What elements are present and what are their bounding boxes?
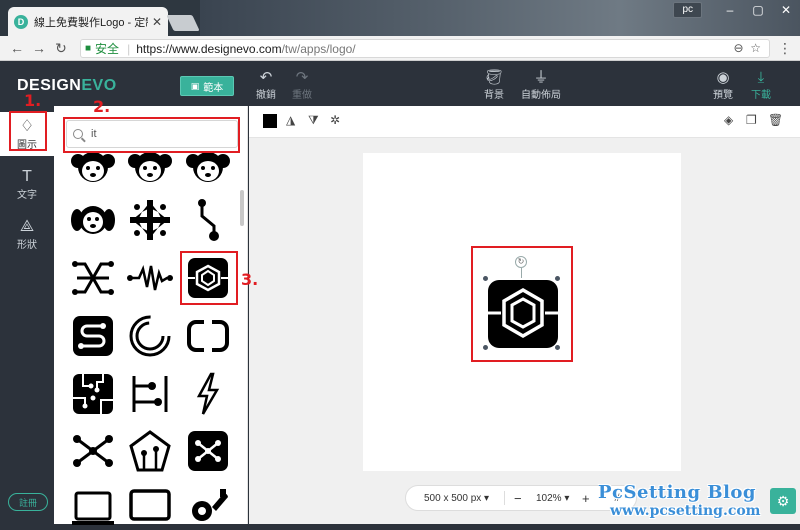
address-toolbar: ← → ↻ ■ 安全 | https://www.designevo.com/t…: [0, 36, 800, 61]
dog-face-icon[interactable]: [70, 197, 116, 243]
redo-icon: ↷: [295, 69, 309, 86]
eye-icon: ◉: [716, 69, 730, 86]
forward-icon[interactable]: →: [28, 40, 50, 56]
network-nodes-icon[interactable]: [70, 428, 116, 474]
app-header: DESIGNEVO: [0, 62, 800, 106]
monitor-icon[interactable]: [127, 484, 173, 530]
circuit-ladder-icon[interactable]: [127, 371, 173, 417]
download-icon: ⤓: [757, 69, 765, 86]
canvas-size-select[interactable]: 500 x 500 px ▾: [424, 493, 489, 504]
url-path: /tw/apps/logo/: [281, 41, 356, 56]
flip-vertical-icon[interactable]: ⧩: [308, 113, 319, 128]
bookmark-star-icon[interactable]: ⊖ ☆: [734, 41, 761, 55]
url-host: https://www.designevo.com: [136, 41, 282, 56]
monkey-face-icon[interactable]: [70, 148, 116, 194]
browser-menu-icon[interactable]: ⋮: [778, 40, 792, 57]
circuit-path-icon[interactable]: [185, 197, 231, 243]
new-tab-button[interactable]: [166, 15, 200, 31]
annotation-box-2: [63, 117, 240, 153]
watermark: PcSetting Blog www.pcsetting.com: [598, 482, 761, 519]
secure-label: 安全: [95, 42, 120, 56]
flip-horizontal-icon[interactable]: ◮: [286, 113, 295, 127]
left-rail: ♢ 圖示 T 文字 ⟁ 形狀: [0, 106, 54, 524]
laptop-icon[interactable]: [70, 484, 116, 530]
annotation-box-1: [9, 111, 47, 151]
chip-s-icon[interactable]: [70, 313, 116, 359]
spiral-ring-icon[interactable]: [127, 313, 173, 359]
circuit-board-icon[interactable]: [70, 371, 116, 417]
duplicate-icon[interactable]: ❐: [746, 113, 757, 127]
panel-scrollbar[interactable]: [240, 190, 244, 226]
auto-layout-button[interactable]: ⏚ 自動佈局: [520, 69, 562, 102]
minimize-icon[interactable]: –: [716, 3, 744, 17]
circuit-x-icon[interactable]: [70, 255, 116, 301]
rail-item-text[interactable]: T 文字: [0, 168, 54, 208]
profile-button[interactable]: pc: [673, 2, 702, 18]
annotation-box-canvas: [471, 246, 573, 362]
template-button[interactable]: ▣ 範本: [180, 76, 234, 96]
bracket-frame-icon[interactable]: [185, 313, 231, 359]
step-1-label: 1.: [24, 91, 42, 110]
settings-gear-icon[interactable]: ⚙: [770, 488, 796, 514]
redo-button[interactable]: ↷ 重做: [290, 69, 314, 102]
text-icon: T: [22, 168, 32, 185]
monkey-face-icon[interactable]: [185, 148, 231, 194]
reload-icon[interactable]: ↻: [50, 40, 72, 57]
pentagon-circuit-icon[interactable]: [127, 428, 173, 474]
network-square-icon[interactable]: [185, 428, 231, 474]
zoom-out-button[interactable]: −: [514, 491, 522, 506]
lightning-bolt-icon[interactable]: [185, 371, 231, 417]
shapes-icon: ⟁: [19, 218, 35, 235]
undo-icon: ↶: [259, 69, 273, 86]
back-icon[interactable]: ←: [6, 40, 28, 56]
lock-icon: ■: [85, 43, 92, 54]
template-icon: ▣: [190, 80, 200, 91]
circuit-cross-icon[interactable]: [127, 197, 173, 243]
paint-bucket-icon: 🪣︎: [484, 69, 504, 86]
browser-tabbar: D 線上免費製作Logo - 定制... ✕ pc – ▢ ✕: [0, 0, 800, 36]
color-swatch[interactable]: [263, 114, 277, 128]
background-button[interactable]: 🪣︎ 背景: [480, 69, 508, 102]
layers-icon[interactable]: ◈: [724, 113, 733, 127]
close-window-icon[interactable]: ✕: [772, 3, 800, 17]
zoom-level-select[interactable]: 102% ▾: [536, 493, 569, 504]
wrench-gear-icon[interactable]: [185, 484, 231, 530]
magic-wand-icon[interactable]: ✲: [330, 113, 340, 127]
preview-button[interactable]: ◉ 預覽: [710, 69, 736, 102]
signup-button[interactable]: 註冊: [8, 493, 48, 511]
monkey-face-icon[interactable]: [127, 148, 173, 194]
download-button[interactable]: ⤓ 下載: [748, 69, 774, 102]
layout-icon: ⏚: [533, 69, 549, 86]
undo-button[interactable]: ↶ 撤銷: [254, 69, 278, 102]
maximize-icon[interactable]: ▢: [744, 3, 772, 17]
rail-item-shape[interactable]: ⟁ 形狀: [0, 218, 54, 258]
zoom-in-button[interactable]: +: [582, 491, 590, 506]
close-tab-icon[interactable]: ✕: [152, 15, 162, 29]
window-controls: pc – ▢ ✕: [673, 0, 800, 20]
designevo-favicon: D: [14, 14, 28, 29]
pulse-wave-icon[interactable]: [127, 255, 173, 301]
url-field[interactable]: ■ 安全 | https://www.designevo.com/tw/apps…: [80, 39, 770, 58]
browser-tab[interactable]: D 線上免費製作Logo - 定制... ✕: [8, 7, 168, 36]
step-3-label: 3.: [241, 270, 259, 289]
annotation-box-3: [180, 251, 238, 305]
trash-icon[interactable]: 🗑︎: [768, 113, 783, 127]
tab-title: 線上免費製作Logo - 定制...: [34, 16, 148, 29]
step-2-label: 2.: [93, 97, 111, 116]
